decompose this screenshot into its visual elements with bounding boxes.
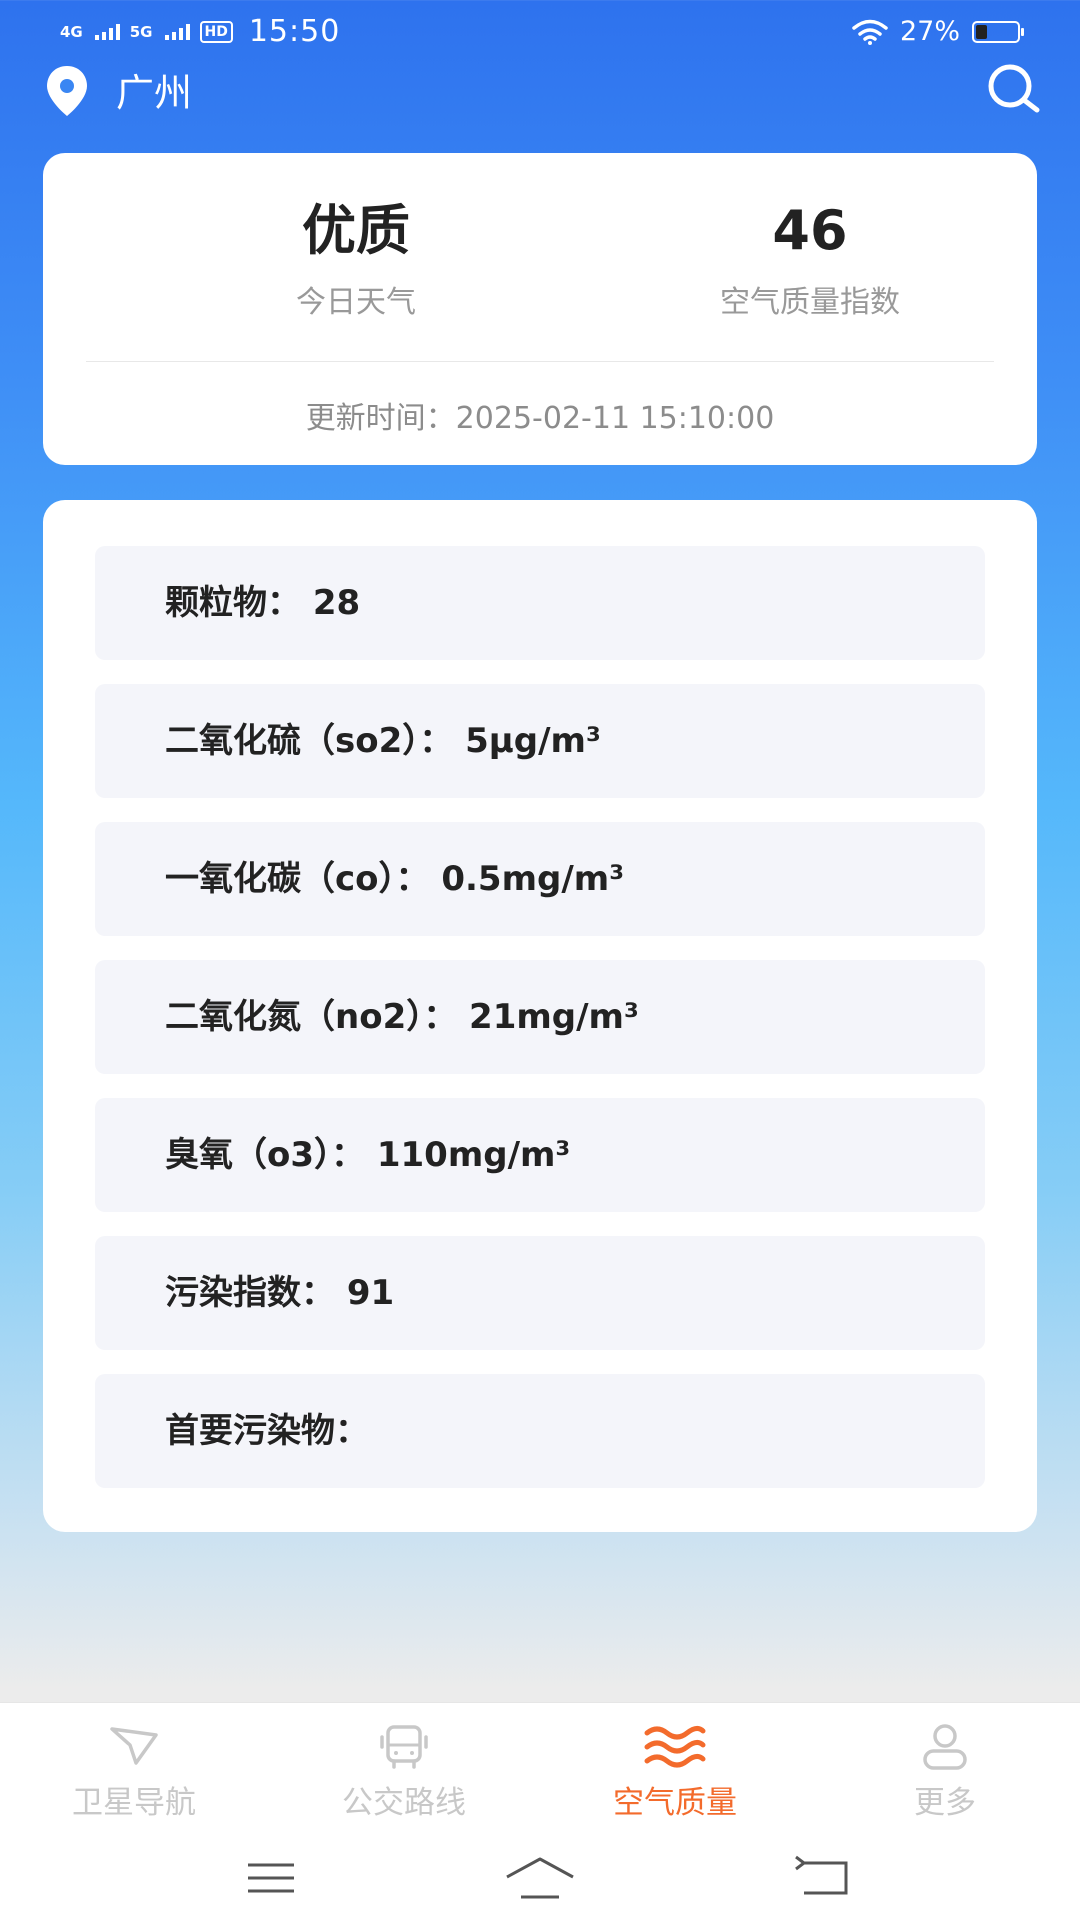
air-quality-summary-card: 优质 今日天气 46 空气质量指数 更新时间：2025-02-11 15:10:… — [43, 153, 1037, 465]
tab-label: 公交路线 — [342, 1785, 466, 1821]
aqi-stat: 46 空气质量指数 — [630, 199, 990, 321]
primary-pollutant-text: 首要污染物： — [165, 1411, 369, 1451]
menu-icon[interactable] — [236, 1853, 306, 1903]
pollutant-details-card: 颗粒物： 28 二氧化硫（so2）： 5μg/m³ 一氧化碳（co）： 0.5m… — [43, 500, 1037, 1532]
bottom-navigation: 卫星导航 公交路线 空气质量 更多 — [0, 1702, 1080, 1920]
air-waves-icon — [644, 1725, 706, 1768]
bus-icon — [380, 1725, 428, 1769]
pollution-index-text: 污染指数： 91 — [165, 1273, 395, 1313]
tab-label: 空气质量 — [613, 1785, 737, 1821]
list-item: 污染指数： 91 — [95, 1236, 985, 1350]
o3-text: 臭氧（o3）： 110mg/m³ — [165, 1135, 571, 1175]
divider — [86, 361, 994, 362]
list-item: 一氧化碳（co）： 0.5mg/m³ — [95, 822, 985, 936]
battery-fill — [976, 24, 987, 39]
list-item: 首要污染物： — [95, 1374, 985, 1488]
clock: 15:50 — [248, 14, 341, 49]
list-item: 颗粒物： 28 — [95, 546, 985, 660]
aqi-value: 46 — [772, 199, 848, 262]
signal-bars-icon — [164, 23, 190, 40]
user-icon — [923, 1724, 967, 1770]
back-icon[interactable] — [788, 1853, 858, 1903]
battery-icon — [972, 20, 1024, 43]
wifi-icon — [852, 19, 888, 45]
home-icon[interactable] — [505, 1853, 575, 1903]
quality-label: 今日天气 — [296, 285, 416, 320]
tab-air-quality[interactable]: 空气质量 — [565, 1723, 785, 1833]
location-pin-icon[interactable] — [44, 64, 90, 118]
particulate-matter-text: 颗粒物： 28 — [165, 583, 361, 623]
quality-value: 优质 — [302, 199, 410, 262]
tab-label: 卫星导航 — [72, 1785, 196, 1821]
city-name[interactable]: 广州 — [116, 62, 192, 117]
update-time: 更新时间：2025-02-11 15:10:00 — [305, 401, 775, 436]
co-text: 一氧化碳（co）： 0.5mg/m³ — [165, 859, 625, 899]
network-5g-indicator: 5G — [129, 22, 153, 41]
network-4g-indicator: 4G — [60, 22, 83, 41]
tab-more[interactable]: 更多 — [835, 1723, 1055, 1833]
search-icon[interactable] — [982, 62, 1044, 114]
battery-percentage: 27% — [899, 16, 960, 47]
no2-text: 二氧化氮（no2）： 21mg/m³ — [165, 997, 639, 1037]
tab-satellite-navigation[interactable]: 卫星导航 — [24, 1723, 244, 1833]
tab-label: 更多 — [914, 1785, 976, 1821]
list-item: 二氧化氮（no2）： 21mg/m³ — [95, 960, 985, 1074]
hd-voice-icon: HD — [199, 20, 233, 43]
list-item: 臭氧（o3）： 110mg/m³ — [95, 1098, 985, 1212]
aqi-label: 空气质量指数 — [720, 285, 900, 320]
list-item: 二氧化硫（so2）： 5μg/m³ — [95, 684, 985, 798]
weather-quality-stat: 优质 今日天气 — [176, 199, 536, 321]
header: 广州 — [0, 56, 1080, 120]
tab-bus-routes[interactable]: 公交路线 — [294, 1723, 514, 1833]
signal-bars-icon — [94, 23, 120, 40]
so2-text: 二氧化硫（so2）： 5μg/m³ — [165, 721, 601, 761]
navigation-arrow-icon — [110, 1727, 158, 1765]
